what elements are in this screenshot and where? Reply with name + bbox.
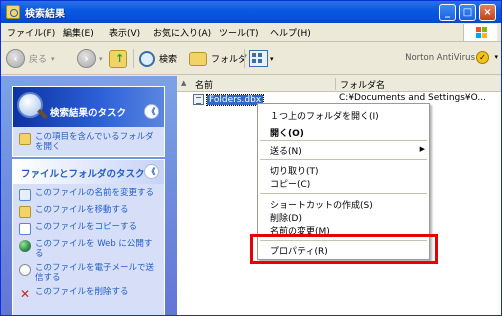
back-label: 戻る [29,55,48,65]
forward-arrow-icon: › [77,49,96,68]
back-button[interactable]: ‹ 戻る ▾ [6,48,55,69]
windows-logo [463,24,497,41]
globe-icon [19,240,31,252]
column-header-folder[interactable]: フォルダ名 [340,78,385,91]
column-header-name[interactable]: 名前 [195,78,213,91]
column-header-bar: ▲ 名前 フォルダ名 [177,76,501,92]
task-label: このファイルの名前を変更する [35,188,155,198]
windows-flag-icon [476,27,487,38]
folders-label: フォルダ [211,55,248,65]
file-name-cell[interactable]: Folders.dbx [205,93,265,106]
search-tasks-icon [15,90,49,124]
task-label: このファイルを削除する [35,287,129,297]
menu-separator [260,159,427,160]
file-folder-tasks-header[interactable]: ファイルとフォルダのタスク 《 [13,160,164,184]
menu-separator [260,193,427,194]
task-open-containing-folder[interactable]: この項目を含んでいるフォルダを開く [19,132,164,152]
norton-antivirus-label[interactable]: Norton AntiVirus [405,53,475,63]
views-grid-icon [249,50,268,67]
menu-item-send-to[interactable]: 送る(N) [270,144,302,157]
views-button[interactable]: ▾ [249,48,274,69]
task-email-file[interactable]: このファイルを電子メールで送信する [19,263,164,283]
sort-arrow-icon: ▲ [181,79,187,87]
folder-icon [189,51,207,66]
email-icon [19,264,31,276]
table-row[interactable]: Folders.dbx [193,93,265,106]
delete-x-icon: ✕ [19,287,31,301]
menu-file[interactable]: ファイル(F) [7,26,55,39]
menu-item-open[interactable]: 開く(O) [270,126,304,139]
search-button[interactable]: 検索 [139,48,177,69]
menu-item-open-parent-folder[interactable]: １つ上のフォルダを開く(I) [270,109,379,122]
properties-highlight-box [250,234,438,264]
task-label: この項目を含んでいるフォルダを開く [35,132,154,152]
menu-separator [260,140,427,141]
task-publish-web[interactable]: このファイルを Web に公開する [19,239,164,259]
search-results-tasks-title: 検索結果のタスク [50,108,127,119]
collapse-chevron-icon[interactable]: 《 [144,104,159,119]
norton-dropdown-icon[interactable]: ▾ [494,53,498,61]
task-rename-file[interactable]: このファイルの名前を変更する [19,188,164,201]
up-folder-button[interactable]: ↑ [109,48,127,69]
task-pane: 検索結果のタスク 《 この項目を含んでいるフォルダを開く ファイルとフォルダのタ… [1,76,177,315]
open-folder-icon [19,133,31,145]
menu-view[interactable]: 表示(V) [109,26,140,39]
menu-tools[interactable]: ツール(T) [219,26,259,39]
task-copy-file[interactable]: このファイルをコピーする [19,222,164,235]
folders-button[interactable]: フォルダ [189,48,247,69]
rename-icon [19,189,31,201]
file-folder-tasks-panel: ファイルとフォルダのタスク 《 このファイルの名前を変更する このファイルを移動… [12,159,165,315]
maximize-button[interactable]: □ [459,4,476,21]
menu-edit[interactable]: 編集(E) [63,26,94,39]
task-label: このファイルを移動する [35,205,129,215]
explorer-window: 検索結果 _ □ × ファイル(F) 編集(E) 表示(V) お気に入り(A) … [0,0,502,316]
task-label: このファイルを電子メールで送信する [35,263,155,283]
task-label: このファイルをコピーする [35,222,138,232]
views-dropdown-icon: ▾ [270,54,274,63]
task-label: このファイルを Web に公開する [35,239,153,259]
minimize-button[interactable]: _ [439,4,456,21]
forward-button[interactable]: › ▾ [77,48,103,69]
task-move-file[interactable]: このファイルを移動する [19,205,164,218]
folder-path-cell[interactable]: C:¥Documents and Settings¥O... [339,93,499,103]
column-divider[interactable] [335,78,336,90]
menu-bar: ファイル(F) 編集(E) 表示(V) お気に入り(A) ツール(T) ヘルプ(… [1,23,501,42]
submenu-arrow-icon: ▶ [419,145,425,153]
collapse-chevron-icon[interactable]: 《 [144,164,159,179]
menu-item-cut[interactable]: 切り取り(T) [270,164,319,177]
toolbar-separator-2 [244,49,245,68]
close-button[interactable]: × [479,4,496,21]
menu-item-delete[interactable]: 削除(D) [270,211,302,224]
back-dropdown-icon: ▾ [51,54,55,63]
up-folder-icon: ↑ [109,49,127,68]
file-folder-tasks-title: ファイルとフォルダのタスク [21,169,145,180]
search-label: 検索 [159,55,178,65]
dbx-file-icon [193,94,204,105]
move-icon [19,206,31,218]
toolbar-separator [133,49,134,68]
window-title: 検索結果 [25,9,65,20]
task-delete-file[interactable]: ✕ このファイルを削除する [19,287,164,300]
magnifier-icon [139,50,155,67]
menu-item-copy[interactable]: コピー(C) [270,177,310,190]
search-results-tasks-panel: 検索結果のタスク 《 この項目を含んでいるフォルダを開く [12,86,165,157]
forward-dropdown-icon: ▾ [99,54,103,63]
menu-help[interactable]: ヘルプ(H) [270,26,311,39]
menu-item-create-shortcut[interactable]: ショートカットの作成(S) [270,198,373,211]
search-results-tasks-header[interactable]: 検索結果のタスク 《 [13,87,164,127]
menu-favorites[interactable]: お気に入り(A) [153,26,211,39]
back-arrow-icon: ‹ [6,49,25,68]
norton-antivirus-icon[interactable]: ✓ [476,51,489,64]
title-bar[interactable]: 検索結果 _ □ × [1,1,501,23]
toolbar: ‹ 戻る ▾ › ▾ ↑ 検索 フォルダ ▾ Norton AntiVirus … [1,42,501,75]
copy-icon [19,223,31,235]
search-results-icon [6,5,20,19]
